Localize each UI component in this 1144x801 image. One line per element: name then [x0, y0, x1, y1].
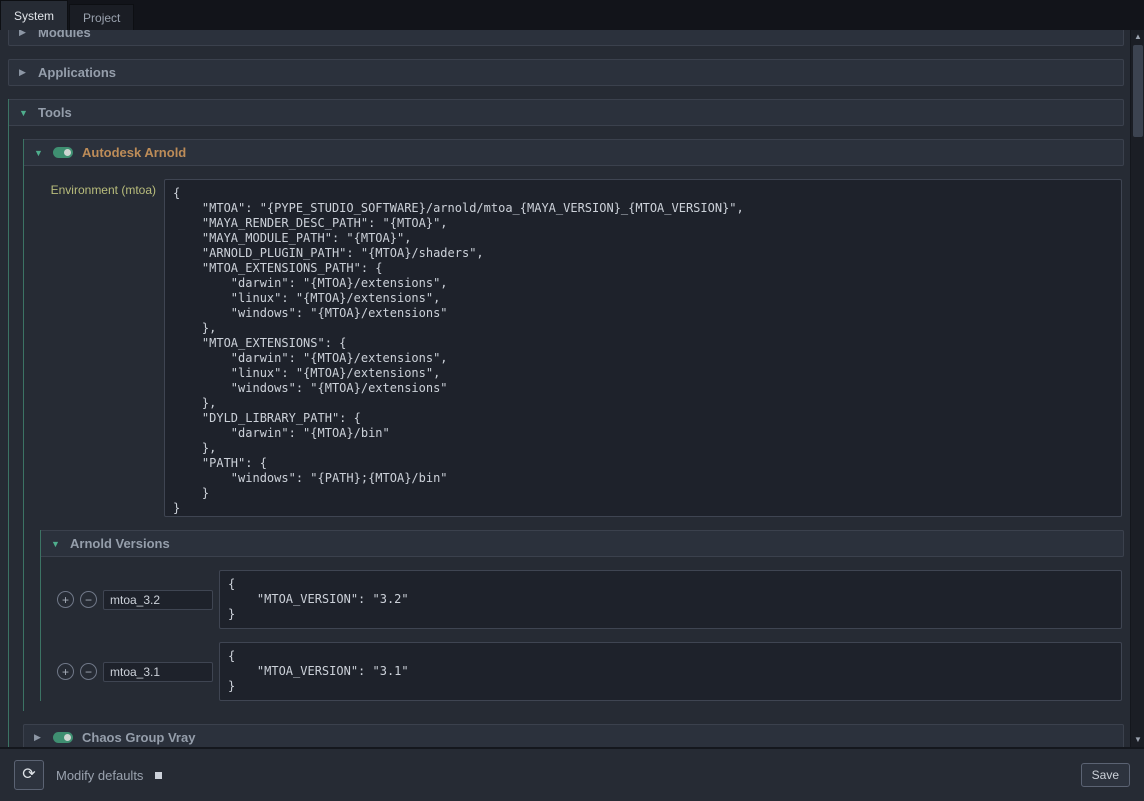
refresh-icon: ⟳ [22, 766, 35, 783]
section-label-modules: Modules [38, 30, 91, 40]
section-header-arnold-versions[interactable]: ▼ Arnold Versions [41, 530, 1124, 557]
section-label-tools: Tools [38, 105, 72, 120]
version-row: + − { "MTOA_VERSION": "3.2" } [57, 570, 1122, 629]
section-label-vray: Chaos Group Vray [82, 730, 195, 745]
scroll-up-arrow-icon[interactable]: ▲ [1131, 30, 1144, 44]
tab-bar: System Project [0, 0, 1144, 30]
section-arnold: ▼ Autodesk Arnold Environment (mtoa) { "… [23, 139, 1124, 711]
version-key-input[interactable] [103, 590, 213, 610]
arnold-enabled-toggle[interactable] [53, 147, 73, 158]
add-version-button[interactable]: + [57, 663, 74, 680]
tools-body: ▼ Autodesk Arnold Environment (mtoa) { "… [9, 126, 1124, 747]
scroll-down-arrow-icon[interactable]: ▼ [1131, 733, 1144, 747]
collapsed-arrow-icon: ▶ [19, 30, 29, 38]
modify-defaults-checkbox[interactable] [155, 772, 162, 779]
expanded-arrow-icon: ▼ [19, 108, 29, 118]
footer-bar: ⟳ Modify defaults Save [0, 747, 1144, 801]
section-header-vray[interactable]: ▶ Chaos Group Vray [23, 724, 1124, 747]
environment-json-editor[interactable]: { "MTOA": "{PYPE_STUDIO_SOFTWARE}/arnold… [164, 179, 1122, 517]
remove-version-button[interactable]: − [80, 663, 97, 680]
collapsed-arrow-icon: ▶ [19, 67, 29, 78]
environment-label: Environment (mtoa) [40, 179, 164, 197]
version-json-editor[interactable]: { "MTOA_VERSION": "3.1" } [219, 642, 1122, 701]
arnold-body: Environment (mtoa) { "MTOA": "{PYPE_STUD… [24, 166, 1124, 711]
section-header-tools[interactable]: ▼ Tools [9, 99, 1124, 126]
expanded-arrow-icon: ▼ [34, 148, 44, 158]
save-button[interactable]: Save [1081, 763, 1130, 787]
section-header-modules[interactable]: ▶ Modules [8, 30, 1124, 46]
vertical-scrollbar[interactable]: ▲ ▼ [1130, 30, 1144, 747]
environment-row: Environment (mtoa) { "MTOA": "{PYPE_STUD… [40, 179, 1122, 517]
section-label-arnold-versions: Arnold Versions [70, 536, 170, 551]
refresh-button[interactable]: ⟳ [14, 760, 44, 790]
section-arnold-versions: ▼ Arnold Versions + − { "MTOA_VERSION [40, 530, 1124, 701]
tab-project[interactable]: Project [69, 4, 134, 30]
remove-version-button[interactable]: − [80, 591, 97, 608]
tab-system[interactable]: System [0, 0, 68, 30]
section-tools: ▼ Tools ▼ Autodesk Arnold [8, 99, 1124, 747]
section-label-applications: Applications [38, 65, 116, 80]
settings-scroll-area: ▶ Modules ▶ Applications ▼ Tools [0, 30, 1144, 747]
vray-enabled-toggle[interactable] [53, 732, 73, 743]
collapsed-arrow-icon: ▶ [34, 732, 44, 743]
version-key-input[interactable] [103, 662, 213, 682]
settings-pane: ▶ Modules ▶ Applications ▼ Tools [0, 30, 1130, 747]
add-version-button[interactable]: + [57, 591, 74, 608]
scrollbar-thumb[interactable] [1133, 45, 1143, 137]
settings-window: System Project ▶ Modules ▶ Applications [0, 0, 1144, 801]
section-label-arnold: Autodesk Arnold [82, 145, 186, 160]
expanded-arrow-icon: ▼ [51, 539, 61, 549]
version-row: + − { "MTOA_VERSION": "3.1" } [57, 642, 1122, 701]
section-header-applications[interactable]: ▶ Applications [8, 59, 1124, 86]
section-header-arnold[interactable]: ▼ Autodesk Arnold [24, 139, 1124, 166]
modify-defaults-label: Modify defaults [56, 768, 143, 783]
version-json-editor[interactable]: { "MTOA_VERSION": "3.2" } [219, 570, 1122, 629]
